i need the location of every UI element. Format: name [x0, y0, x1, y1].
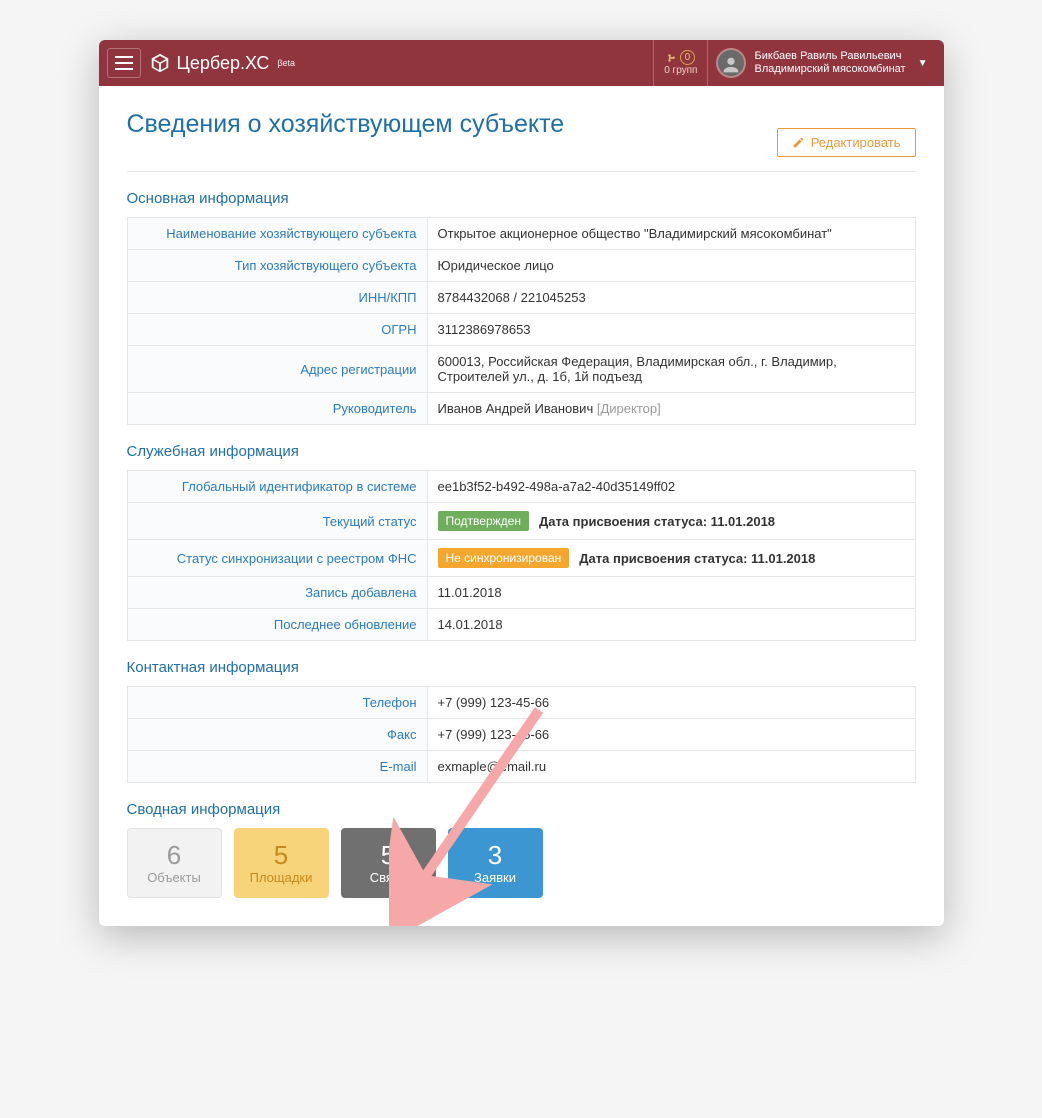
groups-label: 0 групп: [664, 65, 697, 76]
table-row: Запись добавлена11.01.2018: [127, 577, 915, 609]
user-text: Бикбаев Равиль Равильевич Владимирский м…: [754, 50, 905, 76]
table-row: E-mailexmaple@email.ru: [127, 751, 915, 783]
table-row: ИНН/КПП8784432068 / 221045253: [127, 282, 915, 314]
table-row: Глобальный идентификатор в системеee1b3f…: [127, 471, 915, 503]
menu-button[interactable]: [107, 48, 141, 78]
service-info-table: Глобальный идентификатор в системеee1b3f…: [127, 470, 916, 641]
avatar: [716, 48, 746, 78]
table-row: Адрес регистрации600013, Российская Феде…: [127, 346, 915, 393]
contact-info-table: Телефон+7 (999) 123-45-66 Факс+7 (999) 1…: [127, 686, 916, 783]
table-row: Тип хозяйствующего субъектаЮридическое л…: [127, 250, 915, 282]
user-menu[interactable]: Бикбаев Равиль Равильевич Владимирский м…: [708, 40, 935, 86]
tile-links[interactable]: 5 Связи: [341, 828, 436, 898]
branch-icon: [667, 53, 677, 63]
section-service-title: Служебная информация: [127, 443, 916, 460]
pencil-icon: [792, 136, 805, 149]
summary-tiles: 6 Объекты 5 Площадки 5 Связи 3 Заявки: [127, 828, 916, 898]
tile-objects[interactable]: 6 Объекты: [127, 828, 222, 898]
brand-text: Цербер.ХС: [177, 53, 270, 74]
sync-badge: Не синхронизирован: [438, 548, 570, 568]
table-row: Факс+7 (999) 123-45-66: [127, 719, 915, 751]
tile-sites[interactable]: 5 Площадки: [234, 828, 329, 898]
table-row: Последнее обновление14.01.2018: [127, 609, 915, 641]
groups-count: 0: [680, 50, 696, 65]
table-row: ОГРН3112386978653: [127, 314, 915, 346]
person-icon: [720, 54, 742, 76]
table-row: Текущий статус Подтвержден Дата присвоен…: [127, 503, 915, 540]
brand: Цербер.ХС βeta: [149, 52, 296, 74]
main-info-table: Наименование хозяйствующего субъектаОткр…: [127, 217, 916, 425]
groups-indicator[interactable]: 0 0 групп: [653, 40, 708, 86]
topbar: Цербер.ХС βeta 0 0 групп Бикбаев Равиль …: [99, 40, 944, 86]
beta-badge: βeta: [277, 58, 295, 68]
chevron-down-icon: ▼: [918, 58, 928, 69]
app-window: Цербер.ХС βeta 0 0 групп Бикбаев Равиль …: [99, 40, 944, 926]
table-row: Статус синхронизации с реестром ФНС Не с…: [127, 540, 915, 577]
table-row: Наименование хозяйствующего субъектаОткр…: [127, 218, 915, 250]
tile-requests[interactable]: 3 Заявки: [448, 828, 543, 898]
status-badge: Подтвержден: [438, 511, 529, 531]
edit-button[interactable]: Редактировать: [777, 128, 916, 157]
section-summary-title: Сводная информация: [127, 801, 916, 818]
table-row: Телефон+7 (999) 123-45-66: [127, 687, 915, 719]
divider: [127, 171, 916, 172]
cube-icon: [149, 52, 171, 74]
section-contact-title: Контактная информация: [127, 659, 916, 676]
table-row: Руководитель Иванов Андрей Иванович [Дир…: [127, 393, 915, 425]
section-main-title: Основная информация: [127, 190, 916, 207]
user-name: Бикбаев Равиль Равильевич: [754, 50, 905, 63]
user-org: Владимирский мясокомбинат: [754, 63, 905, 76]
page-title: Сведения о хозяйствующем субъекте: [127, 110, 565, 139]
content: Сведения о хозяйствующем субъекте Редакт…: [99, 86, 944, 926]
